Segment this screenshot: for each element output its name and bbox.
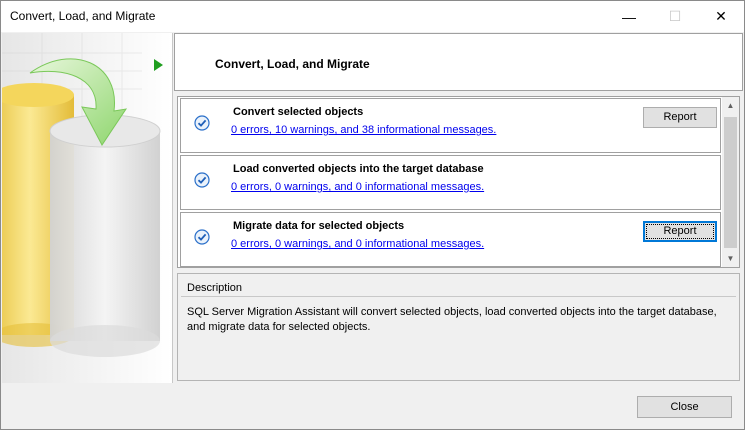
step-messages-link[interactable]: 0 errors, 0 warnings, and 0 informationa…: [231, 181, 484, 193]
wizard-header: Convert, Load, and Migrate: [174, 33, 743, 91]
wizard-window: Convert, Load, and Migrate — ☐ ✕ Convert…: [0, 0, 745, 430]
close-window-button[interactable]: ✕: [698, 1, 744, 32]
step-title: Convert selected objects: [233, 106, 364, 118]
check-circle-icon: [194, 229, 210, 245]
maximize-button: ☐: [668, 8, 682, 24]
description-panel: Description SQL Server Migration Assista…: [177, 273, 740, 381]
wizard-side-panel: [2, 33, 173, 383]
description-text: SQL Server Migration Assistant will conv…: [187, 306, 717, 333]
step-convert: Convert selected objects 0 errors, 10 wa…: [180, 98, 721, 153]
divider: [181, 296, 736, 297]
step-messages-link[interactable]: 0 errors, 0 warnings, and 0 informationa…: [231, 238, 484, 250]
report-button[interactable]: Report: [643, 221, 717, 242]
description-label: Description: [187, 282, 243, 294]
step-load: Load converted objects into the target d…: [180, 155, 721, 210]
close-button[interactable]: Close: [637, 396, 732, 418]
play-arrow-icon: [154, 59, 163, 71]
scroll-up-arrow-icon[interactable]: ▲: [722, 97, 739, 114]
check-circle-icon: [194, 115, 210, 131]
report-button[interactable]: Report: [643, 107, 717, 128]
step-title: Load converted objects into the target d…: [233, 163, 484, 175]
check-circle-icon: [194, 172, 210, 188]
step-title: Migrate data for selected objects: [233, 220, 405, 232]
scroll-down-arrow-icon[interactable]: ▼: [722, 250, 739, 267]
title-bar[interactable]: Convert, Load, and Migrate — ☐ ✕: [1, 1, 744, 32]
minimize-button[interactable]: —: [606, 1, 652, 32]
step-migrate: Migrate data for selected objects 0 erro…: [180, 212, 721, 267]
vertical-scrollbar[interactable]: ▲ ▼: [722, 97, 739, 267]
step-messages-link[interactable]: 0 errors, 10 warnings, and 38 informatio…: [231, 124, 496, 136]
window-title: Convert, Load, and Migrate: [10, 9, 156, 23]
steps-list: Convert selected objects 0 errors, 10 wa…: [177, 96, 740, 268]
database-cylinders-illustration: [2, 33, 172, 383]
page-title: Convert, Load, and Migrate: [215, 57, 370, 71]
scroll-thumb[interactable]: [724, 117, 737, 248]
